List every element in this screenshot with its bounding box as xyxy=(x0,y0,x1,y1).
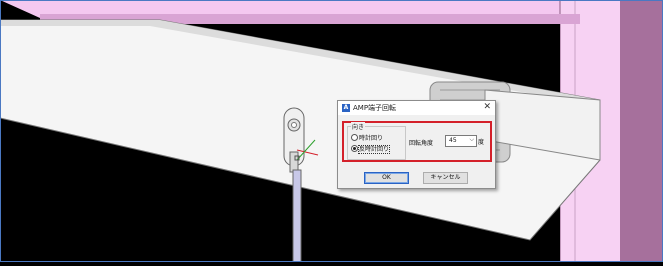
highlight-box: 向き 時計回り 反時計回り 回転角度 45 ⌵ 度 xyxy=(342,121,492,162)
direction-group-label: 向き xyxy=(351,122,366,131)
pink-wall-shade xyxy=(620,0,663,262)
chevron-down-icon[interactable]: ⌵ xyxy=(469,135,474,145)
radio-counterclockwise-button[interactable] xyxy=(351,145,358,152)
radio-clockwise[interactable]: 時計回り xyxy=(351,133,384,142)
app-icon: A xyxy=(342,104,350,112)
radio-counterclockwise-label: 反時計回り xyxy=(357,145,391,154)
close-icon[interactable]: ✕ xyxy=(483,102,491,112)
rotation-angle-select[interactable]: 45 ⌵ xyxy=(445,135,477,147)
dialog-titlebar[interactable]: A AMP端子回転 ✕ xyxy=(338,101,495,115)
radio-clockwise-label: 時計回り xyxy=(359,135,384,142)
cad-scene xyxy=(0,0,663,263)
cad-viewport[interactable] xyxy=(0,0,663,263)
rotation-angle-value: 45 xyxy=(449,137,457,144)
rotation-angle-label: 回転角度 xyxy=(409,140,434,147)
rotate-terminal-dialog: A AMP端子回転 ✕ 向き 時計回り 反時計回り 回転角度 45 ⌵ 度 OK… xyxy=(337,100,496,189)
angle-unit: 度 xyxy=(478,139,485,146)
ok-button[interactable]: OK xyxy=(364,172,409,184)
radio-counterclockwise[interactable]: 反時計回り xyxy=(351,144,391,154)
dialog-title: AMP端子回転 xyxy=(353,104,397,112)
cancel-button[interactable]: キャンセル xyxy=(423,172,468,184)
radio-clockwise-button[interactable] xyxy=(351,134,358,141)
terminal-wire xyxy=(292,169,302,263)
direction-group: 向き 時計回り 反時計回り xyxy=(347,122,406,160)
